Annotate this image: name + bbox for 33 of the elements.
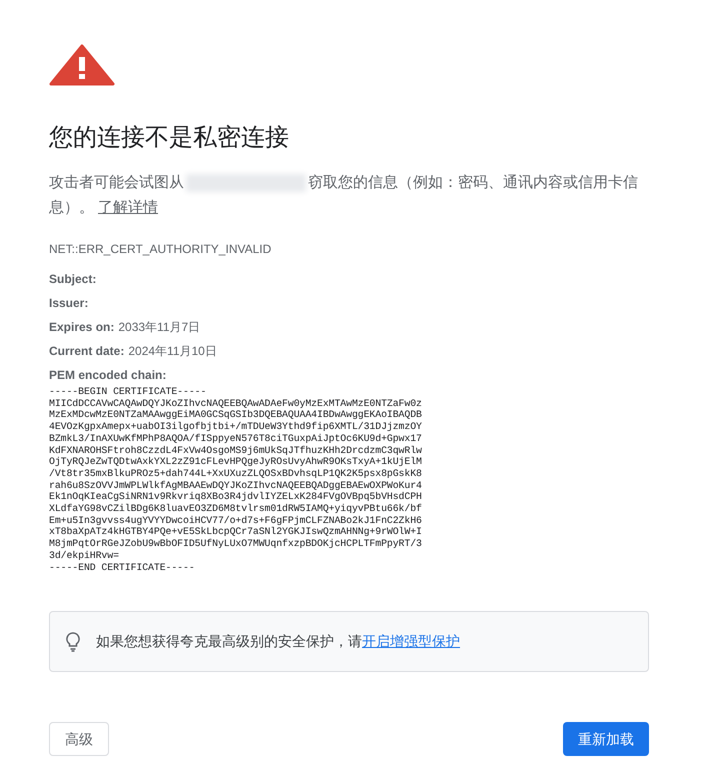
certificate-line: XLdfaYG98vCZilBDg6K8luavEO3ZD6M8tvlrsm01dRW5IAMQ+yiqyvPBtu66k/bf bbox=[49, 503, 422, 515]
certificate-line: /Vt8tr35mxBlkuPROz5+dah744L+XxUXuzZLQOSxBDvhsqLP1QK2K5psx8pGskK8 bbox=[49, 468, 422, 480]
detail-value: 2033年11月7日 bbox=[118, 319, 200, 334]
detail-label: Issuer: bbox=[49, 295, 88, 310]
certificate-line: xT8baXpATz4kHGTBY4PQe+vE5SkLbcpQCr7aSNl2YGKJIswQzmAHNNg+9rWOlW+I bbox=[49, 526, 422, 538]
certificate-line: MzExMDcwMzE0NTZaMAAwggEiMA0GCSqGSIb3DQEBAQUAA4IBDwAwggEKAoIBAQDB bbox=[49, 409, 422, 422]
error-code: NET::ERR_CERT_AUTHORITY_INVALID bbox=[49, 241, 272, 258]
lightbulb-icon bbox=[66, 632, 80, 652]
certificate-line: Em+u5In3gvvss4ugYVYYDwcoiHCV77/o+d7s+F6gFPjmCLFZNABo2kJ1FnC2ZkH6 bbox=[49, 514, 422, 526]
warning-icon bbox=[49, 44, 115, 86]
certificate-line: rah6u8SzOVVJmWPLWlkfAgMBAAEwDQYJKoZIhvcNAQEEBQADggEBAEwOXPWoKur4 bbox=[49, 480, 422, 492]
enhanced-protection-link[interactable]: 开启增强型保护 bbox=[362, 633, 460, 650]
certificate-line: OjTyRQJeZwTQDtwAxkYXL2zZ91cFLevHPQgeJyROsUvyAhwR9OKsTxyA+1kUjElM bbox=[49, 456, 422, 468]
certificate-line: Ek1nOqKIeaCgSiNRN1v9Rkvriq8XBo3R4jdvlIYZELxK284FVgOVBpq5bVHsdCPH bbox=[49, 491, 422, 504]
pem-label: PEM encoded chain: bbox=[49, 367, 168, 384]
reload-button[interactable]: 重新加载 bbox=[563, 722, 649, 756]
tip-text: 如果您想获得夸克最高级别的安全保护，请开启增强型保护 bbox=[96, 632, 460, 652]
learn-more-link[interactable]: 了解详情 bbox=[98, 199, 158, 216]
certificate-line: 4EVOzKgpxAmepx+uabOI3ilgofbjtbi+/mTDUeW3Ythd9fip6XMTL/31DJjzmzOY bbox=[49, 421, 422, 433]
warning-message: 攻击者可能会试图从 窃取您的信息（例如：密码、通讯内容或信用卡信息）。 了解详情 bbox=[49, 173, 639, 218]
detail-label: Subject: bbox=[49, 271, 96, 286]
detail-value: 2024年11月10日 bbox=[128, 343, 217, 358]
page-heading: 您的连接不是私密连接 bbox=[49, 123, 290, 153]
detail-label: Current date: bbox=[49, 343, 124, 358]
certificate-line: BZmkL3/InAXUwKfMPhP8AQOA/fISppyeN576T8ciTGuxpAiJptOc6KU9d+Gpwx17 bbox=[49, 432, 422, 445]
detail-label: Expires on: bbox=[49, 319, 114, 334]
advanced-button[interactable]: 高级 bbox=[49, 722, 109, 756]
certificate-line: -----END CERTIFICATE----- bbox=[49, 562, 195, 574]
certificate-line: -----BEGIN CERTIFICATE----- bbox=[49, 386, 206, 398]
certificate-line: 3d/ekpiHRvw= bbox=[49, 550, 119, 562]
certificate-line: M8jmPqtOrRGeJZobU9wBbOFID5UfNyLUxO7MWUqnfxzpBDOKjcHCPLTFmPpyRT/3 bbox=[49, 538, 422, 550]
certificate-line: MIICdDCCAVwCAQAwDQYJKoZIhvcNAQEEBQAwADAeFw0yMzExMTAwMzE0NTZaFw0z bbox=[49, 398, 422, 410]
certificate-line: KdFXNAROHSFtroh8CzzdL4FxVw4OsgoMS9j6mUkSqJTfhuzKHh2DrcdzmC3qwRlw bbox=[49, 444, 422, 456]
